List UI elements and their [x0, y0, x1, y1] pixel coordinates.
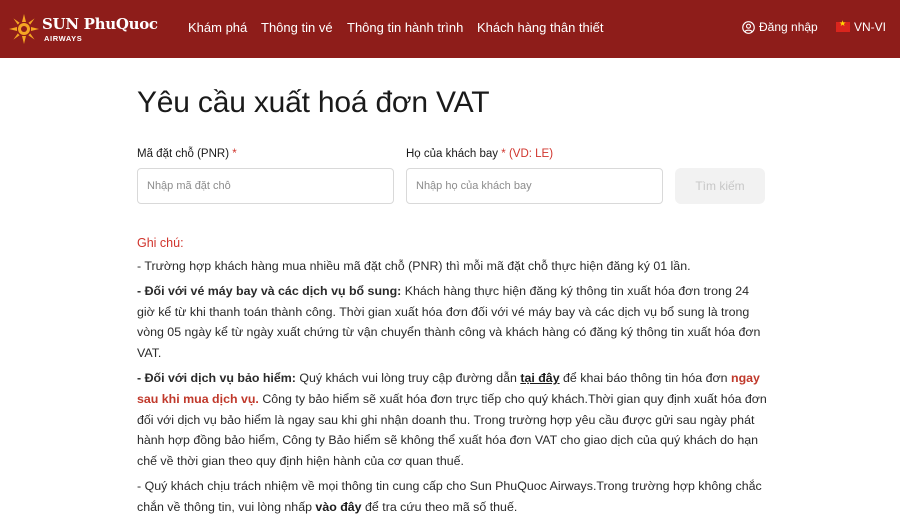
- pnr-label-text: Mã đặt chỗ (PNR): [137, 148, 230, 160]
- logo[interactable]: SUN PhuQuoc AIRWAYS: [8, 12, 158, 46]
- surname-hint: (VD: LE): [508, 148, 554, 160]
- sun-logo-icon: [9, 14, 39, 44]
- note-item-4: - Quý khách chịu trách nhiệm về mọi thôn…: [137, 476, 769, 518]
- surname-label-text: Họ của khách bay: [406, 148, 499, 160]
- pnr-input[interactable]: [137, 168, 394, 204]
- tax-lookup-link[interactable]: vào đây: [315, 500, 361, 514]
- language-label: VN-VI: [854, 20, 887, 34]
- note-3-text-1: Quý khách vui lòng truy cập đường dẫn: [295, 370, 521, 385]
- surname-input[interactable]: [406, 168, 663, 204]
- pnr-label: Mã đặt chỗ (PNR) *: [137, 148, 237, 160]
- vietnam-flag-icon: [836, 19, 850, 32]
- nav-item-khach-hang-than-thiet[interactable]: Khách hàng thân thiết: [477, 20, 604, 35]
- surname-required-mark: *: [501, 148, 506, 160]
- surname-label: Họ của khách bay * (VD: LE): [406, 148, 553, 160]
- note-4-text-2: để tra cứu theo mã số thuế.: [361, 499, 518, 514]
- login-label: Đăng nhập: [759, 20, 818, 34]
- note-item-1: - Trường hợp khách hàng mua nhiều mã đặt…: [137, 259, 691, 273]
- nav-item-kham-pha[interactable]: Khám phá: [188, 20, 247, 35]
- note-3-text-2: để khai báo thông tin hóa đơn: [559, 370, 731, 385]
- note-3-heading: - Đối với dịch vụ bảo hiểm:: [137, 370, 296, 385]
- login-button[interactable]: Đăng nhập: [742, 20, 818, 34]
- nav-item-thong-tin-ve[interactable]: Thông tin vé: [261, 20, 333, 35]
- logo-text: SUN PhuQuoc: [42, 15, 158, 33]
- insurance-link[interactable]: tại đây: [520, 371, 559, 385]
- page-title: Yêu cầu xuất hoá đơn VAT: [137, 86, 490, 119]
- pnr-required-mark: *: [232, 148, 237, 160]
- nav-item-thong-tin-hanh-trinh[interactable]: Thông tin hành trình: [347, 20, 463, 35]
- user-icon: [742, 21, 755, 34]
- search-button[interactable]: Tìm kiếm: [675, 168, 765, 204]
- logo-subtext: AIRWAYS: [44, 34, 83, 43]
- language-selector[interactable]: VN-VI: [836, 19, 887, 34]
- note-item-2: - Đối với vé máy bay và các dịch vụ bổ s…: [137, 281, 769, 364]
- top-navbar: SUN PhuQuoc AIRWAYS Khám phá Thông tin v…: [0, 0, 900, 58]
- notes-title: Ghi chú:: [137, 236, 184, 250]
- notes-section: - Trường hợp khách hàng mua nhiều mã đặt…: [137, 256, 769, 522]
- note-2-heading: - Đối với vé máy bay và các dịch vụ bổ s…: [137, 283, 402, 298]
- note-item-3: - Đối với dịch vụ bảo hiểm: Quý khách vu…: [137, 368, 769, 472]
